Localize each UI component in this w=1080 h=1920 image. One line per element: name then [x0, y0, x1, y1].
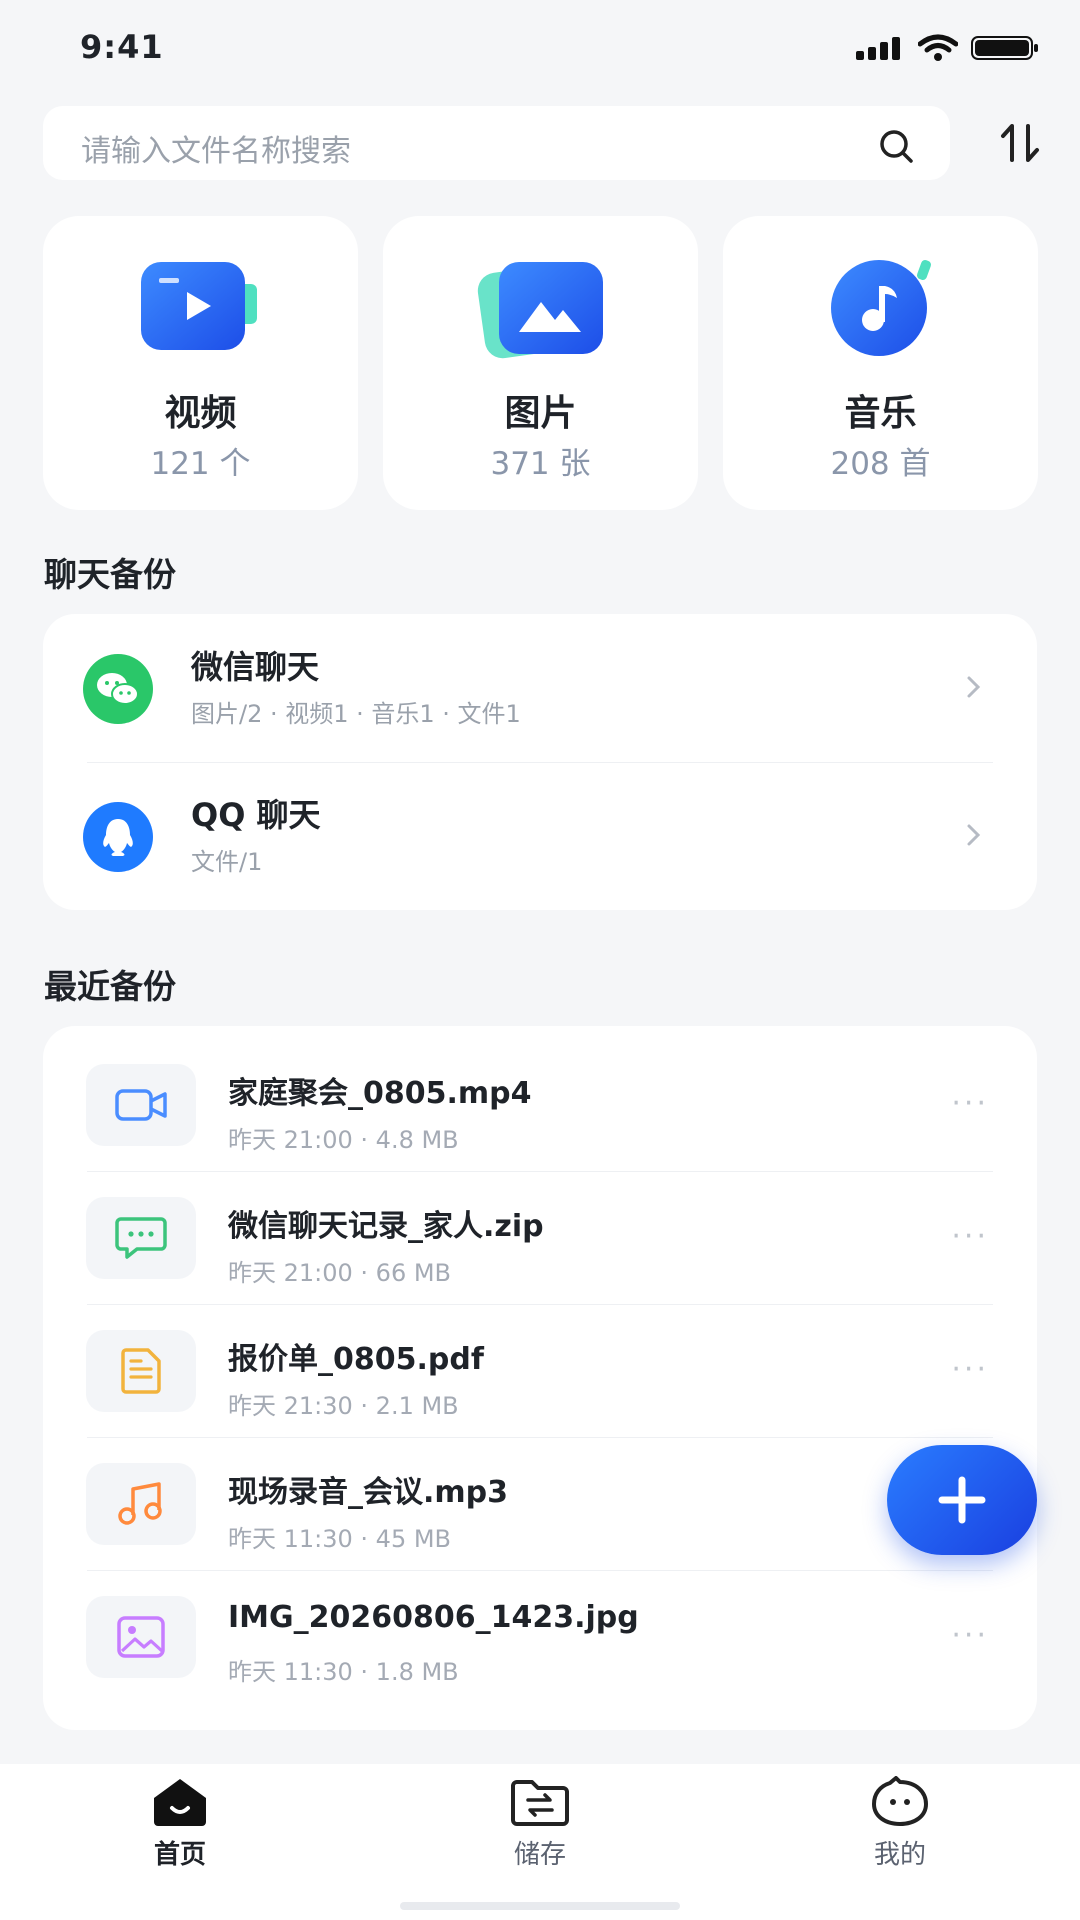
search-input[interactable]: 请输入文件名称搜索: [43, 106, 950, 180]
video-icon: [140, 262, 257, 350]
search-placeholder: 请输入文件名称搜索: [81, 134, 351, 169]
file-name: 现场录音_会议.mp3: [228, 1475, 509, 1510]
more-icon[interactable]: ···: [951, 1618, 989, 1653]
document-file-icon: [121, 1348, 161, 1394]
status-icons: [854, 34, 1040, 62]
video-file-icon: [115, 1089, 167, 1121]
chevron-right-icon: [967, 824, 981, 846]
tab-home[interactable]: 首页: [80, 1764, 280, 1884]
section-title-recent-backup: 最近备份: [44, 967, 176, 1006]
music-icon: [830, 260, 931, 356]
search-icon[interactable]: [876, 126, 916, 166]
file-name: 家庭聚会_0805.mp4: [228, 1076, 532, 1111]
file-name: IMG_20260806_1423.jpg: [228, 1600, 639, 1635]
category-name: 图片: [504, 393, 577, 434]
home-indicator: [400, 1902, 680, 1910]
category-name: 音乐: [844, 393, 917, 434]
add-button[interactable]: [887, 1445, 1037, 1555]
more-icon[interactable]: ···: [951, 1352, 989, 1387]
tab-storage[interactable]: 储存: [440, 1764, 640, 1884]
category-name: 视频: [164, 393, 237, 434]
category-image[interactable]: 图片 371 张: [383, 216, 698, 510]
file-icon-tile: [86, 1330, 196, 1412]
file-row[interactable]: 家庭聚会_0805.mp4 昨天 21:00 · 4.8 MB ···: [43, 1038, 1037, 1171]
category-video[interactable]: 视频 121 个: [43, 216, 358, 510]
tab-bar: 首页 储存 我的: [0, 1764, 1080, 1920]
sort-icon[interactable]: [997, 120, 1043, 166]
chat-item-meta: 图片/2 · 视频1 · 音乐1 · 文件1: [191, 700, 521, 728]
recent-backup-card: 家庭聚会_0805.mp4 昨天 21:00 · 4.8 MB ··· 微信聊天…: [43, 1026, 1037, 1730]
file-icon-tile: [86, 1064, 196, 1146]
file-name: 微信聊天记录_家人.zip: [228, 1209, 544, 1244]
file-row[interactable]: 微信聊天记录_家人.zip 昨天 21:00 · 66 MB ···: [43, 1171, 1037, 1304]
chat-backup-card: 微信聊天 图片/2 · 视频1 · 音乐1 · 文件1 QQ 聊天 文件/1: [43, 614, 1037, 910]
audio-file-icon: [118, 1482, 162, 1525]
image-file-icon: [117, 1616, 165, 1658]
chat-file-icon: [115, 1217, 167, 1259]
signal-icon: [856, 37, 900, 60]
file-icon-tile: [86, 1596, 196, 1678]
chat-item-name: 微信聊天: [191, 648, 320, 686]
category-cards: 视频 121 个 图片 371 张 音乐 208 首: [43, 216, 1038, 510]
tab-label: 我的: [873, 1840, 926, 1870]
qq-icon: [83, 802, 153, 872]
chat-item-name: QQ 聊天: [191, 796, 321, 834]
tab-label: 首页: [153, 1840, 206, 1870]
category-count: 208 首: [830, 446, 931, 482]
file-meta: 昨天 21:30 · 2.1 MB: [228, 1392, 459, 1420]
category-count: 371 张: [490, 446, 591, 482]
chevron-right-icon: [967, 676, 981, 698]
category-music[interactable]: 音乐 208 首: [723, 216, 1038, 510]
tab-me[interactable]: 我的: [800, 1764, 1000, 1884]
search-row: 请输入文件名称搜索: [43, 106, 1043, 180]
status-time: 9:41: [80, 28, 164, 66]
file-icon-tile: [86, 1197, 196, 1279]
image-icon: [477, 262, 603, 359]
file-meta: 昨天 21:00 · 4.8 MB: [228, 1126, 459, 1154]
folder-transfer-icon: [511, 1780, 569, 1826]
wechat-icon: [83, 654, 153, 724]
chat-item-wechat[interactable]: 微信聊天 图片/2 · 视频1 · 音乐1 · 文件1: [43, 614, 1037, 758]
plus-icon: [938, 1476, 986, 1524]
more-icon[interactable]: ···: [951, 1219, 989, 1254]
file-row[interactable]: IMG_20260806_1423.jpg 昨天 11:30 · 1.8 MB …: [43, 1570, 1037, 1703]
profile-face-icon: [872, 1776, 928, 1826]
file-meta: 昨天 21:00 · 66 MB: [228, 1259, 452, 1287]
file-meta: 昨天 11:30 · 45 MB: [228, 1525, 452, 1553]
file-meta: 昨天 11:30 · 1.8 MB: [228, 1658, 459, 1686]
chat-item-meta: 文件/1: [191, 848, 263, 876]
chat-item-qq[interactable]: QQ 聊天 文件/1: [43, 762, 1037, 906]
battery-icon: [971, 36, 1038, 60]
wifi-icon: [918, 34, 958, 61]
status-bar: 9:41: [0, 0, 1080, 96]
file-name: 报价单_0805.pdf: [228, 1342, 484, 1377]
section-title-chat-backup: 聊天备份: [44, 555, 176, 594]
more-icon[interactable]: ···: [951, 1086, 989, 1121]
tab-label: 储存: [513, 1840, 566, 1870]
home-icon: [154, 1779, 206, 1826]
category-count: 121 个: [150, 446, 251, 482]
file-row[interactable]: 报价单_0805.pdf 昨天 21:30 · 2.1 MB ···: [43, 1304, 1037, 1437]
file-icon-tile: [86, 1463, 196, 1545]
